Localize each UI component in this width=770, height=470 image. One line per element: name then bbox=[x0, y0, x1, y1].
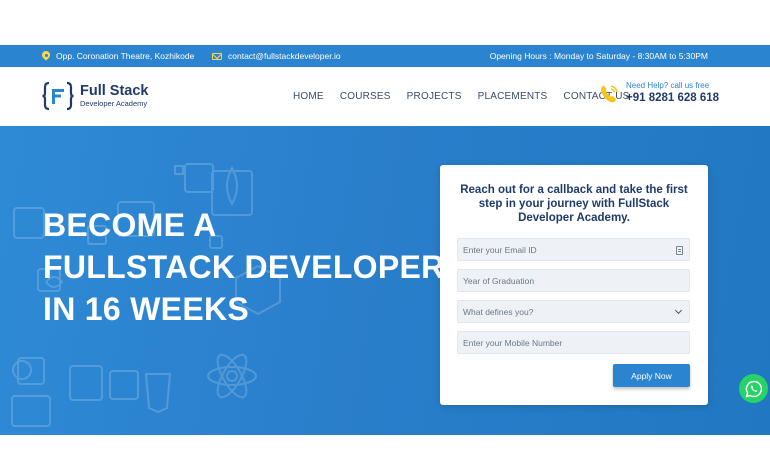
help-contact[interactable]: Need Help? call us free +91 8281 628 618 bbox=[598, 81, 719, 106]
location-pin-icon bbox=[42, 51, 50, 61]
contact-card-icon bbox=[676, 246, 683, 255]
opening-hours-text: Opening Hours : Monday to Saturday - 8:3… bbox=[489, 51, 708, 61]
form-title: Reach out for a callback and take the fi… bbox=[460, 184, 688, 224]
email-field-placeholder: Enter your Email ID bbox=[463, 244, 537, 255]
nav-menu: HOME COURSES PROJECTS PLACEMENTS CONTACT… bbox=[293, 67, 646, 126]
whatsapp-icon bbox=[745, 380, 762, 398]
nav-item-home[interactable]: HOME bbox=[293, 91, 324, 102]
apply-now-button[interactable]: Apply Now bbox=[613, 364, 690, 387]
mobile-number-placeholder: Enter your Mobile Number bbox=[463, 337, 563, 348]
help-phone-number[interactable]: +91 8281 628 618 bbox=[626, 91, 719, 106]
main-nav: Full Stack Developer Academy HOME COURSE… bbox=[0, 67, 770, 126]
defines-you-selected-value: What defines you? bbox=[463, 306, 534, 317]
location-info: Opp. Coronation Theatre, Kozhikode bbox=[42, 45, 194, 67]
email-link[interactable]: contact@fullstackdeveloper.io bbox=[228, 51, 341, 61]
graduation-year-placeholder: Year of Graduation bbox=[463, 275, 535, 286]
mobile-number-field[interactable]: Enter your Mobile Number bbox=[457, 331, 690, 354]
logo-brackets-icon bbox=[42, 81, 74, 111]
graduation-year-field[interactable]: Year of Graduation bbox=[457, 269, 690, 292]
nav-item-courses[interactable]: COURSES bbox=[340, 91, 391, 102]
page: Opp. Coronation Theatre, Kozhikode conta… bbox=[0, 0, 770, 470]
mail-icon bbox=[212, 52, 222, 60]
hero-headline: BECOME A FULLSTACK DEVELOPER IN 16 WEEKS bbox=[43, 204, 445, 330]
callback-form-card: Reach out for a callback and take the fi… bbox=[440, 165, 708, 405]
logo[interactable]: Full Stack Developer Academy bbox=[42, 81, 149, 111]
opening-hours: Opening Hours : Monday to Saturday - 8:3… bbox=[490, 45, 708, 67]
hero-headline-line-3: IN 16 WEEKS bbox=[43, 291, 250, 327]
defines-you-select[interactable]: What defines you? bbox=[457, 300, 690, 323]
logo-subtitle: Developer Academy bbox=[80, 99, 148, 108]
hero-headline-line-2: FULLSTACK DEVELOPER bbox=[43, 249, 445, 285]
help-label: Need Help? call us free bbox=[626, 81, 710, 90]
chevron-down-icon bbox=[674, 306, 683, 315]
phone-icon bbox=[601, 84, 618, 102]
logo-title: Full Stack bbox=[80, 83, 149, 99]
email-info[interactable]: contact@fullstackdeveloper.io bbox=[212, 45, 341, 67]
top-info-bar: Opp. Coronation Theatre, Kozhikode conta… bbox=[0, 45, 770, 67]
email-field[interactable]: Enter your Email ID bbox=[457, 238, 690, 261]
nav-item-projects[interactable]: PROJECTS bbox=[407, 91, 462, 102]
location-text: Opp. Coronation Theatre, Kozhikode bbox=[56, 51, 195, 61]
whatsapp-button[interactable] bbox=[739, 374, 768, 403]
hero-headline-line-1: BECOME A bbox=[43, 207, 217, 243]
nav-item-placements[interactable]: PLACEMENTS bbox=[478, 91, 548, 102]
